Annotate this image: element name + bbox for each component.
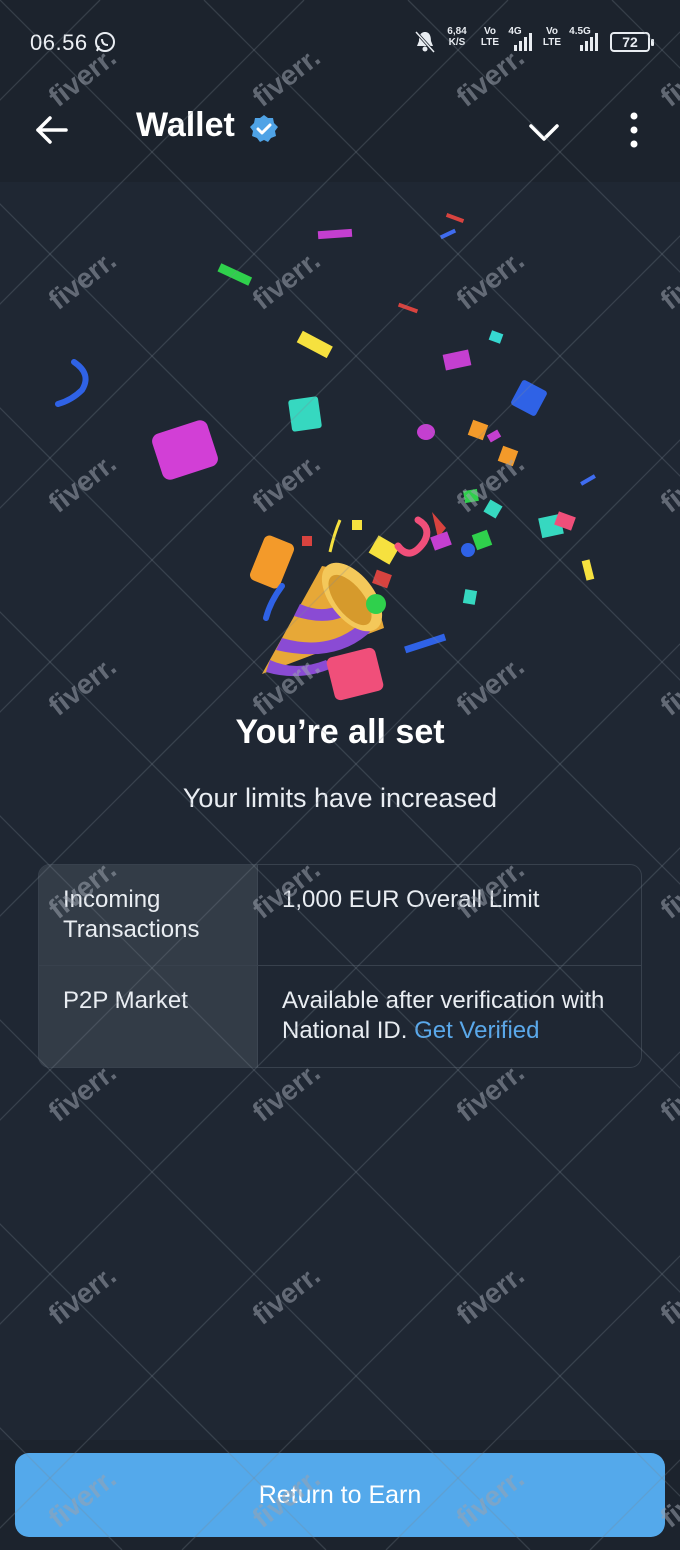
mute-bell-icon bbox=[414, 30, 436, 54]
watermark-text: fiverr. bbox=[655, 1056, 680, 1127]
signal-icon-2 bbox=[580, 33, 598, 51]
battery-indicator: 72 bbox=[610, 32, 654, 52]
get-verified-link[interactable]: Get Verified bbox=[414, 1017, 539, 1044]
volte-bottom: LTE bbox=[480, 37, 500, 48]
watermark-text: fiverr. bbox=[43, 1259, 122, 1330]
volte-indicator-2: Vo LTE bbox=[540, 26, 564, 48]
table-row-value: 1,000 EUR Overall Limit bbox=[282, 886, 540, 913]
volte-top: Vo bbox=[483, 26, 497, 37]
chevron-down-icon[interactable] bbox=[526, 114, 562, 150]
network-speed-value: 6,84 bbox=[447, 26, 467, 37]
table-row: P2P Market Available after verification … bbox=[39, 966, 641, 1067]
app-bar: Wallet bbox=[0, 86, 680, 182]
back-arrow-icon[interactable] bbox=[32, 110, 72, 150]
table-row-label: Incoming Transactions bbox=[39, 865, 258, 965]
success-subtitle: Your limits have increased bbox=[182, 783, 498, 813]
volte-top-2: Vo bbox=[545, 26, 559, 37]
network-speed-unit: K/S bbox=[448, 37, 466, 48]
status-icons: 6,84 K/S Vo LTE 4G Vo LTE 4.5G 72 bbox=[414, 26, 654, 58]
party-popper-illustration bbox=[55, 213, 596, 701]
footer-area: Return to Earn bbox=[0, 1440, 680, 1550]
verified-badge-icon bbox=[250, 115, 278, 142]
status-bar: 06.56 6,84 K/S Vo LTE 4G Vo LTE 4.5G 72 bbox=[0, 0, 680, 86]
return-to-earn-button[interactable]: Return to Earn bbox=[15, 1453, 665, 1537]
watermark-text: fiverr. bbox=[247, 1259, 326, 1330]
table-row-value: Available after verification with Nation… bbox=[258, 966, 641, 1067]
more-options-icon[interactable] bbox=[620, 110, 648, 150]
watermark-text: fiverr. bbox=[655, 1259, 680, 1330]
page-title: Wallet bbox=[136, 106, 235, 144]
whatsapp-icon bbox=[95, 32, 115, 52]
table-row-label: P2P Market bbox=[39, 966, 258, 1067]
limits-table: Incoming Transactions 1,000 EUR Overall … bbox=[38, 864, 642, 1068]
signal-icon bbox=[514, 33, 532, 51]
volte-indicator: Vo LTE bbox=[478, 26, 502, 48]
status-time: 06.56 bbox=[30, 30, 88, 55]
watermark-text: fiverr. bbox=[451, 1259, 530, 1330]
watermark-text: fiverr. bbox=[655, 853, 680, 924]
network-speed: 6,84 K/S bbox=[442, 26, 472, 48]
success-headline: You’re all set bbox=[235, 713, 445, 751]
volte-bottom-2: LTE bbox=[542, 37, 562, 48]
table-row: Incoming Transactions 1,000 EUR Overall … bbox=[39, 865, 641, 966]
